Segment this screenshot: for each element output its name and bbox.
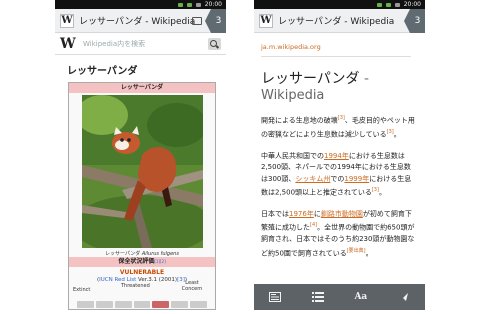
- paragraph-1: 開発による生息地の破壊[3]、毛皮目的やペット用の密猟などにより生息数は減少して…: [261, 113, 417, 141]
- browser-address-bar[interactable]: W レッサーパンダ - Wikipedia 3: [254, 9, 425, 33]
- scale-label-extinct: Extinct: [73, 287, 91, 293]
- page-title: レッサーパンダ -: [254, 57, 425, 88]
- scale-segment: [190, 301, 208, 308]
- status-time: 20:00: [403, 1, 421, 8]
- bookmark-icon[interactable]: [192, 17, 202, 25]
- conservation-header-label: 保全状況評価: [118, 258, 155, 265]
- page-url[interactable]: ja.m.wikipedia.org: [254, 33, 425, 51]
- signal-icon: [177, 2, 183, 7]
- text: 開発による生息地の破壊: [261, 116, 338, 125]
- wikipedia-logo-icon: W: [60, 35, 76, 52]
- text: 。: [365, 249, 373, 258]
- link-1999[interactable]: 1999年: [344, 175, 369, 183]
- conservation-ref-link[interactable]: [1][2]: [154, 259, 165, 264]
- scale-label-least-concern: Least Concern: [181, 280, 203, 292]
- text: に: [313, 209, 321, 218]
- wifi-icon: [385, 2, 391, 7]
- page-title-main: レッサーパンダ: [261, 71, 360, 87]
- tab-count-button[interactable]: 3: [404, 9, 425, 33]
- font-size-button[interactable]: Aa: [351, 289, 371, 305]
- reference-link[interactable]: [3]: [338, 115, 345, 121]
- tab-title[interactable]: レッサーパンダ - Wikipedia: [278, 14, 394, 27]
- browser-address-bar[interactable]: W レッサーパンダ - Wikipedia 3: [55, 9, 226, 33]
- battery-icon: [195, 2, 201, 7]
- link-1994[interactable]: 1994年: [324, 152, 349, 160]
- signal-icon: [376, 2, 382, 7]
- reference-link[interactable]: [3]: [387, 129, 394, 135]
- text: での: [330, 174, 345, 183]
- wiki-header: W Wikipedia内を検索: [55, 33, 226, 55]
- text: 。: [378, 188, 386, 197]
- phone-screen-right: 20:00 W レッサーパンダ - Wikipedia 3 ja.m.wikip…: [254, 0, 425, 310]
- text: 。: [393, 130, 401, 139]
- scale-segment-selected: [152, 301, 170, 308]
- page-title-dash: -: [359, 71, 370, 87]
- photo-caption: レッサーパンダ Ailurus fulgens: [69, 250, 215, 257]
- scale-segment: [133, 301, 151, 308]
- wiki-search-input[interactable]: Wikipedia内を検索: [83, 39, 208, 49]
- paragraph-2: 中華人民共和国での1994年における生息数は2,500頭、ネパールでの1994年…: [261, 151, 417, 199]
- text: 中華人民共和国での: [261, 151, 324, 160]
- infobox-header: レッサーパンダ: [69, 83, 215, 93]
- scale-segment: [95, 301, 113, 308]
- wikipedia-favicon-icon: W: [259, 13, 273, 28]
- link-sikkim[interactable]: シッキム州: [295, 175, 330, 183]
- scale-label-threatened: Threatened: [121, 283, 150, 289]
- link-kushiro-zoo[interactable]: 釧路市動物園: [321, 210, 363, 218]
- contents-list-icon[interactable]: [308, 289, 328, 305]
- reader-mode-icon[interactable]: [265, 289, 285, 305]
- wifi-icon: [186, 2, 192, 7]
- page-title-site: Wikipedia: [261, 88, 325, 103]
- red-panda-photo[interactable]: [82, 95, 203, 248]
- phone-screen-left: 20:00 W レッサーパンダ - Wikipedia 3 W Wikipedi…: [55, 0, 226, 310]
- search-icon[interactable]: [208, 37, 221, 50]
- reference-link[interactable]: [3]: [372, 187, 379, 193]
- scale-segment: [77, 301, 94, 308]
- conservation-scale-bar: [77, 301, 208, 308]
- battery-icon: [394, 2, 400, 7]
- status-badge: VULNERABLE: [119, 269, 165, 276]
- tab-count-button[interactable]: 3: [205, 9, 226, 33]
- scale-segment: [171, 301, 189, 308]
- page-title: レッサーパンダ: [67, 66, 138, 77]
- citation-needed-link[interactable]: [要出典]: [347, 248, 366, 254]
- tab-title[interactable]: レッサーパンダ - Wikipedia: [79, 14, 195, 27]
- red-panda-image: [82, 95, 203, 248]
- share-icon[interactable]: [394, 289, 414, 305]
- status-time: 20:00: [204, 1, 222, 8]
- wikipedia-favicon-icon: W: [60, 13, 74, 28]
- reader-toolbar: Aa: [254, 284, 425, 310]
- infobox: レッサーパンダ レッサーパンダ Ailurus fulgens 保全状況評価[1…: [68, 82, 216, 310]
- conservation-status-header: 保全状況評価[1][2]: [69, 257, 215, 267]
- paragraph-3: 日本では1976年に釧路市動物園が初めて飼育下繁殖に成功した[4]。全世界の動物…: [261, 209, 417, 260]
- scale-segment: [114, 301, 132, 308]
- status-bar: 20:00: [254, 0, 425, 9]
- link-1976[interactable]: 1976年: [289, 210, 314, 218]
- text: 日本では: [261, 209, 289, 218]
- status-bar: 20:00: [55, 0, 226, 9]
